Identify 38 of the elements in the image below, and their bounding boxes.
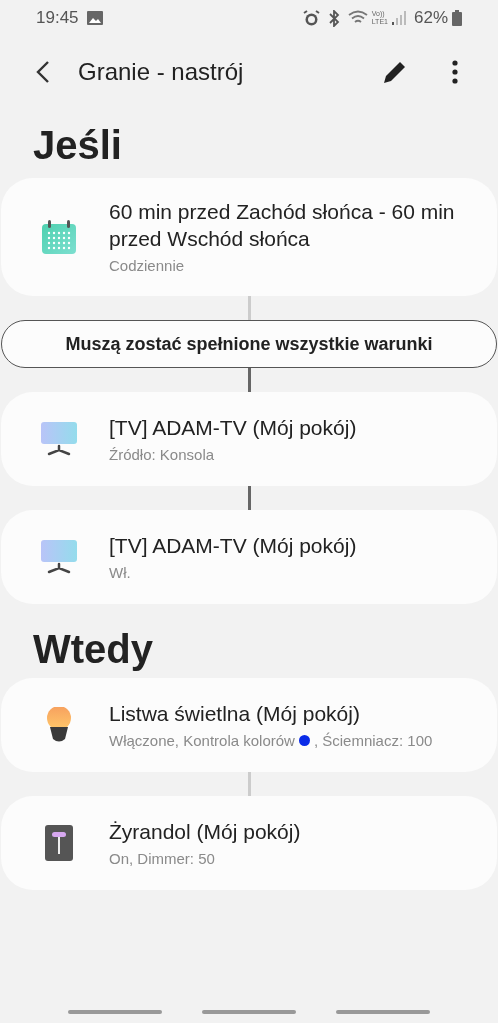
tv-icon <box>41 422 77 456</box>
lamp-icon <box>45 825 73 861</box>
card-detail: Źródło: Konsola <box>109 444 216 465</box>
light-bulb-icon <box>46 707 72 743</box>
page-title: Granie - nastrój <box>78 57 244 87</box>
device-card[interactable]: Żyrandol (Mój pokój) On, Dimmer: 50 <box>1 796 497 890</box>
alarm-icon <box>302 9 320 27</box>
device-card[interactable]: Listwa świetlna (Mój pokój) Włączone, Kontrola kolorów , Ściemniacz: 100 <box>1 678 497 772</box>
card-title: Żyrandol (Mój pokój) <box>109 818 301 845</box>
image-icon <box>86 11 103 25</box>
card-detail: Wł. <box>109 562 132 583</box>
tv-icon <box>41 540 77 574</box>
device-card[interactable]: [TV] ADAM-TV (Mój pokój) Źródło: Konsola <box>1 392 497 486</box>
battery-level: 62% <box>413 7 448 30</box>
status-time: 19:45 <box>36 7 79 30</box>
wifi-icon <box>347 10 368 26</box>
card-title: [TV] ADAM-TV (Mój pokój) <box>109 532 357 559</box>
nav-handle[interactable] <box>68 1010 162 1014</box>
device-card[interactable]: 60 min przed Zachód słońca - 60 min przed Wschód słońca Codziennie <box>1 178 497 296</box>
nav-handle[interactable] <box>336 1010 430 1014</box>
section-heading: Wtedy <box>32 626 154 673</box>
card-detail: On, Dimmer: 50 <box>109 848 216 869</box>
pencil-icon <box>382 59 408 85</box>
calendar-icon <box>41 219 77 255</box>
nav-handle[interactable] <box>202 1010 296 1014</box>
battery-icon <box>452 10 462 26</box>
signal-icon <box>391 11 406 25</box>
more-icon <box>452 60 458 84</box>
device-card[interactable]: [TV] ADAM-TV (Mój pokój) Wł. <box>1 510 497 604</box>
card-title: 60 min przed Zachód słońca - 60 min przed Wschód słońca <box>109 199 456 252</box>
bluetooth-icon <box>327 9 340 27</box>
card-title: [TV] ADAM-TV (Mój pokój) <box>109 414 357 441</box>
conditions-rule-button[interactable]: Muszą zostać spełnione wszystkie warunki <box>1 320 497 368</box>
section-heading: Jeśli <box>32 122 123 169</box>
card-detail: Włączone, Kontrola kolorów , Ściemniacz: 100 <box>109 730 433 751</box>
card-title: Listwa świetlna (Mój pokój) <box>109 700 361 727</box>
card-detail: Codziennie <box>109 256 186 276</box>
back-icon <box>36 60 50 84</box>
